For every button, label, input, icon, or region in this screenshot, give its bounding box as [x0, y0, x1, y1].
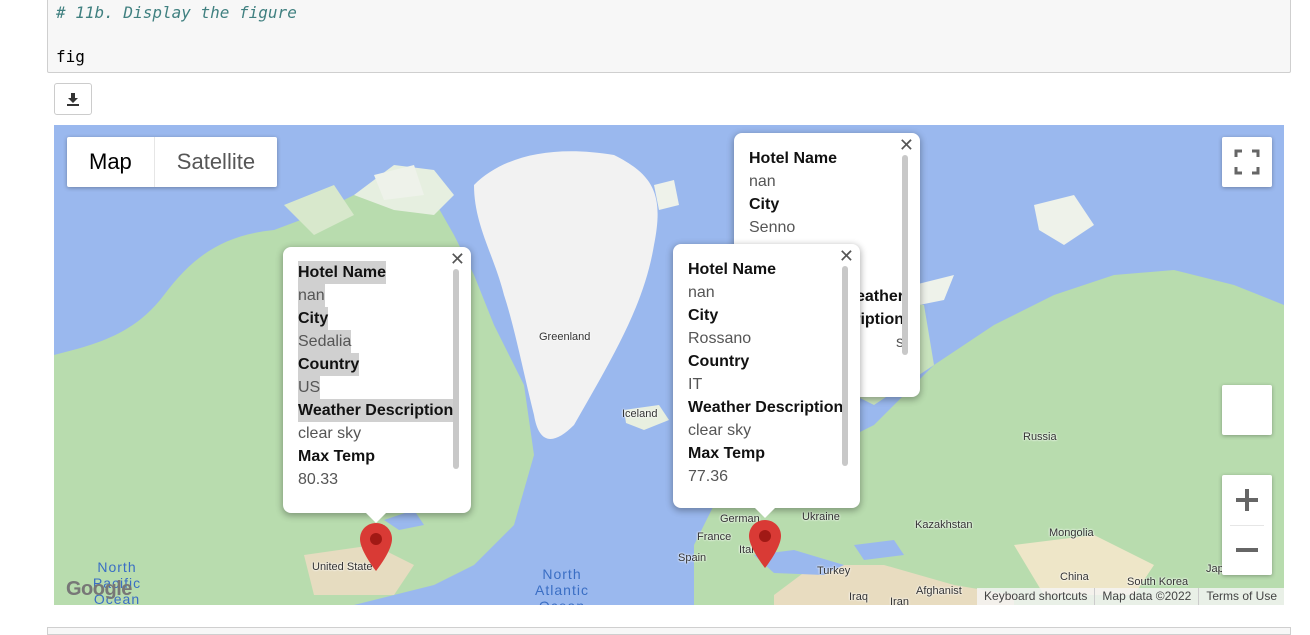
info-value: clear sky: [298, 425, 362, 442]
info-value: US: [298, 376, 321, 399]
map-type-satellite-button[interactable]: Satellite: [155, 137, 277, 187]
zoom-control: [1222, 475, 1272, 575]
info-window-tail: [365, 512, 387, 523]
google-logo: Google: [66, 578, 132, 600]
keyboard-shortcuts-link[interactable]: Keyboard shortcuts: [977, 588, 1094, 605]
label-russia: Russia: [1023, 431, 1057, 443]
info-key: City: [688, 307, 719, 324]
code-comment: # 11b. Display the figure: [56, 3, 297, 22]
info-key: City: [749, 196, 780, 213]
info-window-tail: [754, 507, 776, 518]
info-value: nan: [749, 173, 776, 190]
map-type-control: Map Satellite: [67, 137, 278, 187]
label-iraq: Iraq: [849, 591, 868, 603]
next-cell[interactable]: [47, 627, 1291, 635]
map-data-text: Map data ©2022: [1094, 588, 1198, 605]
info-value: nan: [298, 284, 325, 307]
label-mongolia: Mongolia: [1049, 527, 1094, 539]
fullscreen-button[interactable]: [1222, 137, 1272, 187]
download-icon: [67, 93, 79, 106]
label-china: China: [1060, 571, 1089, 583]
map-marker-pin[interactable]: [749, 520, 781, 570]
map-terrain: [54, 151, 1284, 605]
label-ukraine: Ukraine: [802, 511, 840, 523]
info-key: Max Temp: [688, 445, 766, 462]
info-key: Hotel Name: [749, 150, 838, 167]
info-value: Senno: [749, 219, 796, 236]
label-afghanistan: Afghanist: [916, 585, 962, 597]
terms-of-use-link[interactable]: Terms of Use: [1198, 588, 1284, 605]
info-value: nan: [688, 284, 715, 301]
info-key: City: [298, 307, 329, 330]
info-window-rossano: ✕ Hotel Name nan City Rossano Country IT…: [673, 244, 860, 518]
map-marker-pin[interactable]: [360, 523, 392, 573]
info-key: Max Temp: [298, 448, 376, 465]
minus-icon: [1236, 548, 1258, 552]
label-kazakhstan: Kazakhstan: [915, 519, 973, 531]
zoom-out-button[interactable]: [1222, 525, 1272, 575]
close-icon[interactable]: ✕: [899, 135, 914, 156]
info-value: Sedalia: [298, 330, 352, 353]
street-view-button[interactable]: [1222, 385, 1272, 435]
info-key: Weather Description: [298, 399, 454, 422]
info-value: Rossano: [688, 330, 752, 347]
info-value: 77.36: [688, 468, 729, 485]
info-window-scrollbar[interactable]: [842, 266, 848, 466]
code-line: fig: [56, 47, 85, 66]
info-value: IT: [688, 376, 703, 393]
info-window-sedalia: ✕ Hotel Name nan City Sedalia Country US…: [283, 247, 471, 523]
info-window-scrollbar[interactable]: [453, 269, 459, 469]
code-cell[interactable]: # 11b. Display the figure fig: [47, 0, 1291, 73]
label-north-atlantic: North Atlantic Ocean: [535, 566, 589, 605]
map-type-map-button[interactable]: Map: [67, 137, 155, 187]
info-key: Hotel Name: [688, 261, 777, 278]
close-icon[interactable]: ✕: [839, 246, 854, 267]
close-icon[interactable]: ✕: [450, 249, 465, 270]
info-value: clear sky: [688, 422, 752, 439]
label-south-korea: South Korea: [1127, 576, 1189, 588]
label-france: France: [697, 531, 732, 543]
label-greenland: Greenland: [539, 331, 591, 343]
plus-icon: [1236, 489, 1258, 511]
info-value: 80.33: [298, 471, 339, 488]
label-iran: Iran: [890, 596, 909, 605]
info-key: Country: [298, 353, 360, 376]
fullscreen-icon: [1234, 149, 1260, 175]
info-key: Country: [688, 353, 750, 370]
zoom-in-button[interactable]: [1222, 475, 1272, 525]
info-key: Hotel Name: [298, 261, 387, 284]
download-button[interactable]: [54, 83, 92, 115]
map-attribution: Keyboard shortcuts Map data ©2022 Terms …: [977, 588, 1284, 605]
label-turkey: Turkey: [817, 565, 851, 577]
label-spain: Spain: [678, 552, 707, 564]
info-window-scrollbar[interactable]: [902, 155, 908, 355]
map-widget[interactable]: Greenland Iceland Russia Kazakhstan Mong…: [54, 125, 1284, 605]
label-iceland: Iceland: [622, 408, 658, 420]
info-key: Weather Description: [688, 399, 844, 416]
